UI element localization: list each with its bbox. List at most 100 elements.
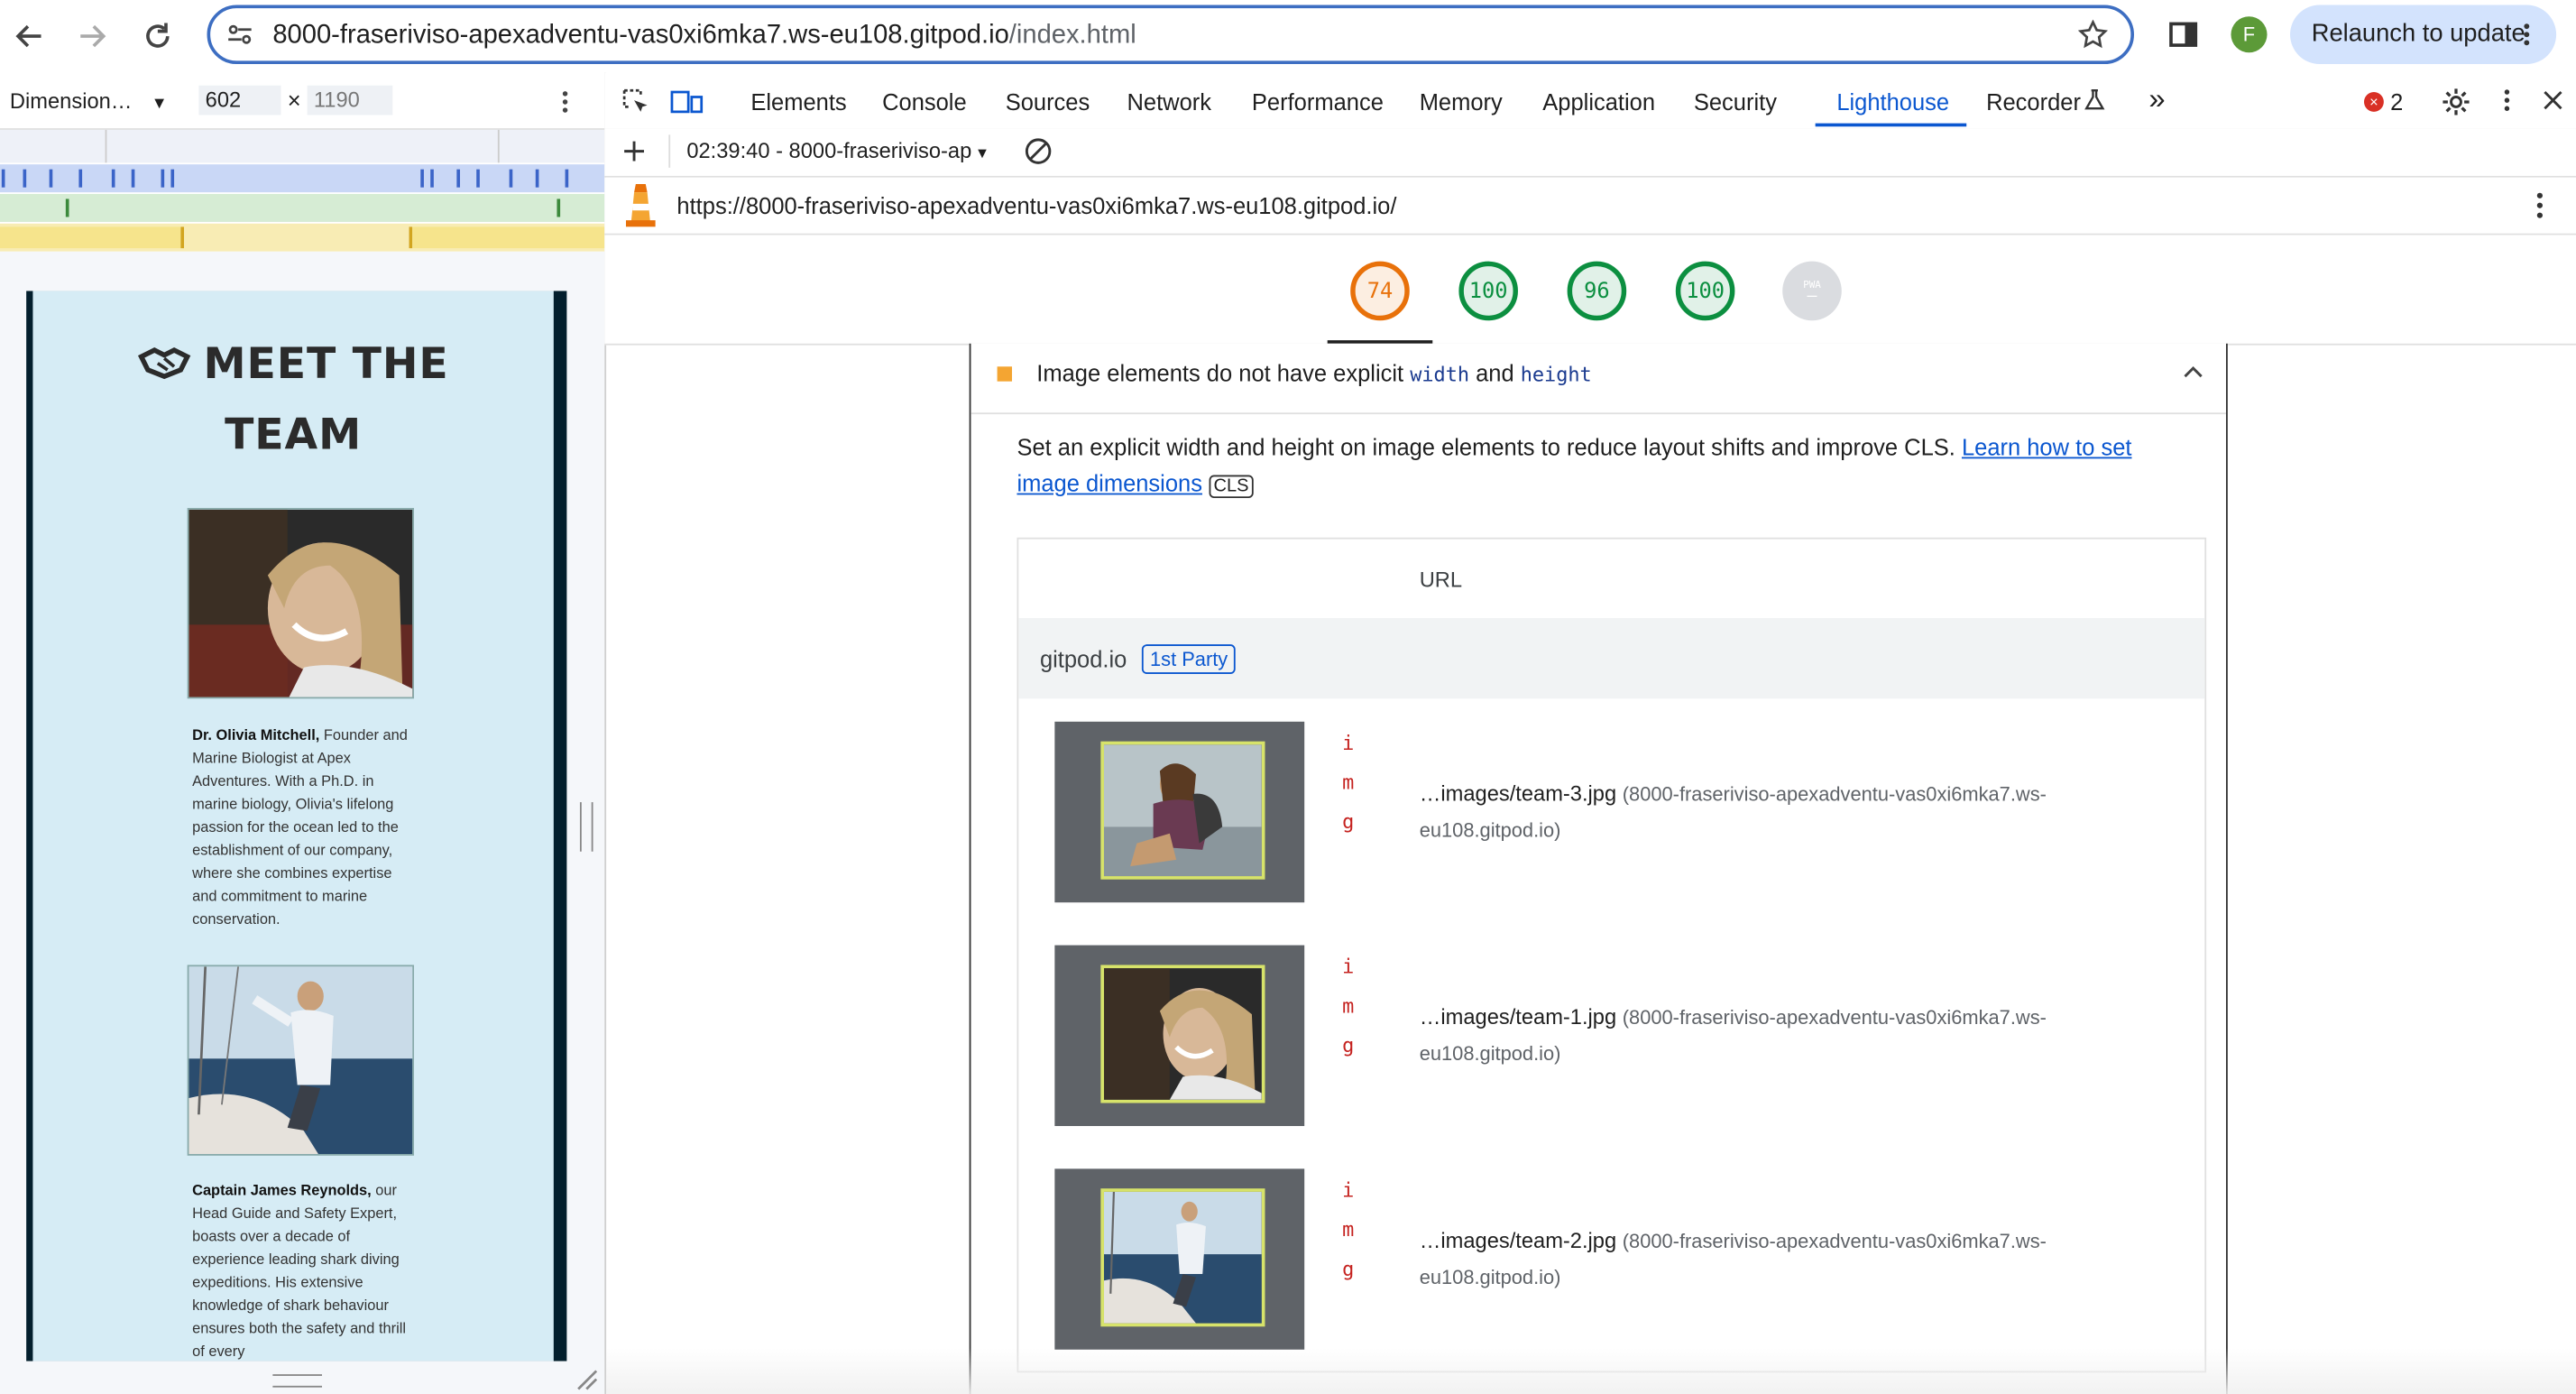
- gauge-best-practices-value: 96: [1584, 278, 1610, 304]
- tab-application[interactable]: Application: [1542, 88, 1655, 115]
- browser-toolbar: 8000-fraseriviso-apexadventu-vas0xi6mka7…: [0, 0, 2576, 73]
- warning-square-icon: [997, 366, 1012, 382]
- audit-title-text: Image elements do not have explicit: [1036, 359, 1404, 387]
- device-toolbar: Dimension… ▼ 602 × 1190: [0, 72, 605, 130]
- tab-security[interactable]: Security: [1694, 88, 1777, 115]
- url-column-header: URL: [1419, 567, 1463, 592]
- url-text: 8000-fraseriviso-apexadventu-vas0xi6mka7…: [272, 22, 1136, 51]
- gauge-pwa[interactable]: PWA —: [1782, 261, 1842, 321]
- media-query-min-max-bar[interactable]: [0, 193, 605, 222]
- gauge-best-practices[interactable]: 96: [1567, 261, 1627, 321]
- cls-badge: CLS: [1209, 475, 1254, 499]
- team-photo-olivia: [187, 507, 414, 699]
- audit-title[interactable]: Image elements do not have explicit widt…: [1036, 360, 1591, 386]
- report-select[interactable]: 02:39:40 - 8000-fraseriviso-ap ▼: [686, 138, 989, 162]
- more-tabs-icon[interactable]: »: [2148, 82, 2165, 116]
- gauge-seo-value: 100: [1686, 278, 1725, 304]
- entity-group-row: gitpod.io 1st Party: [1018, 618, 2205, 699]
- thumbnail-team-1: [1100, 965, 1265, 1103]
- settings-gear-icon[interactable]: [2442, 88, 2471, 117]
- lighthouse-url-bar: https://8000-fraseriviso-apexadventu-vas…: [604, 177, 2576, 235]
- tab-console[interactable]: Console: [882, 88, 967, 115]
- address-bar[interactable]: 8000-fraseriviso-apexadventu-vas0xi6mka7…: [207, 5, 2134, 65]
- row-url-text[interactable]: …images/team-2.jpg: [1420, 1228, 1616, 1252]
- clear-reports-icon[interactable]: [1024, 136, 1053, 166]
- ruler-top: [0, 129, 605, 163]
- table-row-thumbnail[interactable]: [1054, 1168, 1305, 1350]
- audit-description: Set an explicit width and height on imag…: [1017, 429, 2167, 505]
- thumbnail-team-3: [1100, 741, 1265, 880]
- report-url[interactable]: https://8000-fraseriviso-apexadventu-vas…: [676, 192, 1396, 218]
- panel-bottom-fade: [606, 1347, 2576, 1394]
- bio-olivia-name: Dr. Olivia Mitchell,: [192, 726, 320, 743]
- audit-title-and: and: [1476, 359, 1514, 387]
- site-settings-icon[interactable]: [226, 22, 253, 56]
- report-menu-icon[interactable]: [2536, 190, 2543, 220]
- error-icon[interactable]: ×: [2363, 92, 2384, 112]
- first-party-badge: 1st Party: [1141, 644, 1237, 674]
- audit-code-height: height: [1520, 363, 1592, 387]
- gauge-accessibility[interactable]: 100: [1458, 261, 1518, 321]
- resize-handle-bottom[interactable]: [272, 1374, 322, 1388]
- bio-olivia: Dr. Olivia Mitchell, Founder and Marine …: [192, 724, 412, 931]
- bookmark-star-icon[interactable]: [2077, 19, 2109, 58]
- profile-avatar[interactable]: F: [2231, 16, 2268, 53]
- inspect-element-icon[interactable]: [621, 88, 650, 117]
- node-tag-img: img: [1342, 955, 1355, 1057]
- relaunch-button[interactable]: Relaunch to update: [2290, 5, 2557, 65]
- devtools-tab-bar: Elements Console Sources Network Perform…: [604, 72, 2576, 130]
- score-gauges: 74 100 96 100 PWA —: [604, 235, 2576, 346]
- device-more-icon[interactable]: [562, 90, 568, 114]
- entity-name: gitpod.io: [1039, 646, 1127, 673]
- tab-recorder[interactable]: Recorder: [1986, 88, 2081, 115]
- row-url-text[interactable]: …images/team-3.jpg: [1420, 780, 1616, 805]
- caret-down-icon: ▼: [974, 144, 990, 162]
- table-row-url[interactable]: …images/team-1.jpg (8000-fraseriviso-ape…: [1420, 1000, 2110, 1072]
- thumbnail-team-2: [1100, 1188, 1265, 1327]
- tab-elements[interactable]: Elements: [750, 88, 846, 115]
- gauge-performance[interactable]: 74: [1350, 261, 1410, 321]
- device-preset-label: Dimension…: [9, 88, 133, 114]
- table-row-url[interactable]: …images/team-2.jpg (8000-fraseriviso-ape…: [1420, 1223, 2110, 1295]
- team-title-line-2: TEAM: [225, 410, 363, 460]
- gauge-accessibility-value: 100: [1468, 278, 1508, 304]
- bio-james: Captain James Reynolds, our Head Guide a…: [192, 1178, 412, 1361]
- tab-network[interactable]: Network: [1127, 88, 1211, 115]
- tab-lighthouse[interactable]: Lighthouse: [1836, 88, 1949, 115]
- team-section-title: MEET THE TEAM: [32, 330, 553, 469]
- reload-icon[interactable]: [138, 16, 178, 56]
- gauge-seo[interactable]: 100: [1675, 261, 1735, 321]
- devtools-menu-icon[interactable]: [2504, 88, 2510, 112]
- tab-sources[interactable]: Sources: [1006, 88, 1090, 115]
- browser-window: 8000-fraseriviso-apexadventu-vas0xi6mka7…: [0, 0, 2576, 1394]
- tab-performance[interactable]: Performance: [1252, 88, 1384, 115]
- url-path: /index.html: [1008, 21, 1136, 50]
- audit-code-width: width: [1410, 363, 1470, 387]
- forward-icon[interactable]: [72, 16, 112, 56]
- new-report-icon[interactable]: [622, 140, 645, 163]
- chevron-up-icon[interactable]: [2184, 365, 2203, 378]
- tab-memory[interactable]: Memory: [1420, 88, 1503, 115]
- row-url-text[interactable]: …images/team-1.jpg: [1420, 1004, 1616, 1029]
- device-preset-select[interactable]: Dimension… ▼: [10, 88, 168, 113]
- resize-corner-icon[interactable]: [575, 1368, 598, 1391]
- close-icon[interactable]: [2544, 90, 2563, 110]
- handshake-icon: [137, 331, 198, 401]
- audit-table: URL gitpod.io 1st Party img …images/team…: [1017, 537, 2207, 1373]
- error-count[interactable]: 2: [2390, 88, 2403, 115]
- back-icon[interactable]: [10, 16, 50, 56]
- table-row-url[interactable]: …images/team-3.jpg (8000-fraseriviso-ape…: [1420, 776, 2110, 848]
- height-input[interactable]: 1190: [307, 85, 393, 115]
- table-row-thumbnail[interactable]: [1054, 721, 1305, 903]
- media-query-min-width-bar[interactable]: [0, 223, 605, 252]
- width-input[interactable]: 602: [198, 85, 281, 115]
- node-tag-img: img: [1342, 731, 1355, 834]
- media-query-max-width-bar[interactable]: [0, 164, 605, 193]
- relaunch-label: Relaunch to update: [2311, 19, 2525, 48]
- device-toolbar-toggle-icon[interactable]: [670, 88, 704, 117]
- resize-handle-right[interactable]: [579, 802, 593, 852]
- team-section: MEET THE TEAM Dr. Olivia Mitchell, Found…: [32, 291, 554, 1362]
- table-row-thumbnail[interactable]: [1054, 945, 1305, 1127]
- side-panel-icon[interactable]: [2168, 20, 2198, 58]
- menu-dots-icon[interactable]: [2524, 23, 2530, 47]
